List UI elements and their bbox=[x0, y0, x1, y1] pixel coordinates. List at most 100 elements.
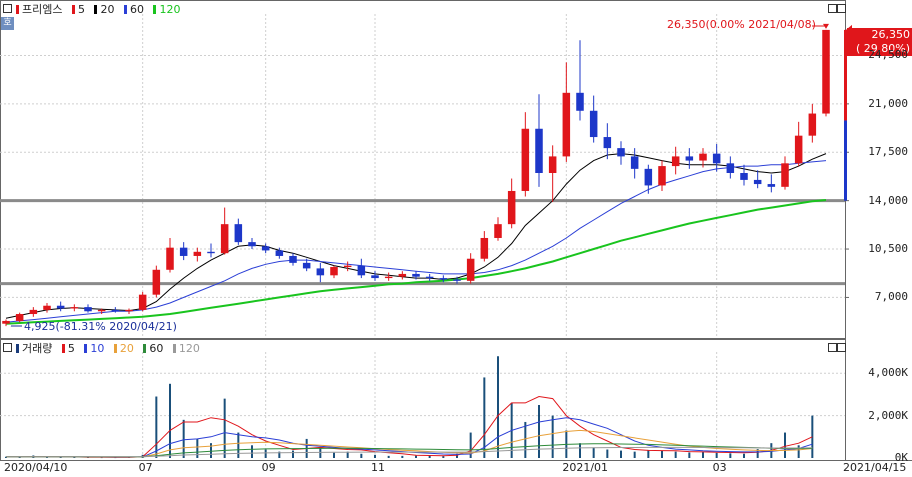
volume-bar bbox=[196, 438, 199, 458]
volume-minimize-icon[interactable] bbox=[828, 343, 837, 352]
volume-bar bbox=[401, 455, 404, 458]
candle-body bbox=[330, 267, 338, 276]
candle-body bbox=[56, 305, 65, 309]
candle-body bbox=[398, 273, 407, 277]
candle-body bbox=[808, 113, 817, 136]
candle-body bbox=[97, 309, 106, 312]
legend-stock-name: 프리엠스 bbox=[16, 3, 65, 16]
legend-vol-ma-5: 5 bbox=[61, 342, 78, 355]
volume-bar bbox=[210, 443, 212, 458]
price-tick-label: 24,500 bbox=[868, 48, 908, 62]
volume-bar bbox=[688, 452, 691, 458]
legend-ma-120: 120 bbox=[153, 3, 183, 16]
candle-body bbox=[671, 156, 680, 167]
candle-body bbox=[753, 179, 762, 185]
price-tick-label: 17,500 bbox=[868, 145, 908, 159]
corner-toggle-button[interactable]: 호 bbox=[1, 17, 14, 30]
candle-body bbox=[357, 265, 366, 276]
volume-bar bbox=[729, 453, 732, 458]
candle-body bbox=[425, 276, 434, 279]
candle-body bbox=[699, 153, 707, 161]
candle-body bbox=[630, 156, 639, 169]
date-tick-label: 2021/01 bbox=[562, 461, 609, 474]
candle-body bbox=[767, 184, 776, 187]
volume-bar bbox=[620, 450, 622, 458]
candle-body bbox=[275, 250, 284, 256]
volume-bar bbox=[333, 452, 335, 458]
candle-body bbox=[289, 255, 297, 263]
candle-body bbox=[316, 268, 325, 276]
volume-bar bbox=[715, 452, 718, 458]
volume-tick-label: 2,000K bbox=[868, 408, 908, 422]
volume-bar bbox=[743, 453, 745, 458]
candle-body bbox=[125, 309, 133, 312]
candle-body bbox=[439, 278, 448, 280]
candle-body bbox=[548, 156, 557, 173]
volume-tick-label: 4,000K bbox=[868, 366, 908, 380]
candle-body bbox=[302, 262, 311, 269]
volume-bar bbox=[551, 415, 554, 458]
volume-bar bbox=[374, 454, 376, 458]
candle-body bbox=[15, 314, 24, 321]
candle-body bbox=[794, 135, 803, 164]
candle-body bbox=[84, 307, 92, 312]
volume-bar bbox=[169, 383, 171, 458]
date-tick-label: 03 bbox=[712, 461, 727, 474]
volume-bar bbox=[538, 405, 540, 458]
candle-body bbox=[453, 279, 461, 281]
price-range-down-bar bbox=[844, 120, 847, 201]
price-tick-label: 21,000 bbox=[868, 96, 908, 110]
date-tick-label: 11 bbox=[371, 461, 385, 474]
candle-body bbox=[576, 92, 584, 111]
candle-body bbox=[261, 246, 270, 251]
candle-body bbox=[384, 276, 393, 279]
volume-bar bbox=[784, 432, 786, 458]
candle-body bbox=[740, 173, 748, 180]
price-panel-menu-icon[interactable] bbox=[3, 4, 12, 13]
candle-body bbox=[193, 251, 202, 256]
volume-bar bbox=[387, 455, 390, 458]
candle-body bbox=[466, 258, 475, 281]
candle-body bbox=[43, 305, 51, 310]
candle-body bbox=[70, 307, 79, 309]
volume-bar bbox=[524, 421, 527, 458]
candle-body bbox=[412, 273, 420, 277]
candle-body bbox=[658, 166, 666, 186]
candle-body bbox=[111, 309, 120, 312]
volume-bar bbox=[592, 447, 595, 458]
volume-maximize-icon[interactable] bbox=[837, 343, 846, 352]
candle-body bbox=[2, 320, 10, 324]
volume-bar bbox=[606, 449, 609, 458]
volume-bar bbox=[360, 453, 363, 458]
price-minimize-icon[interactable] bbox=[828, 4, 837, 13]
price-maximize-icon[interactable] bbox=[837, 4, 846, 13]
candle-body bbox=[589, 110, 598, 138]
volume-bar bbox=[797, 445, 800, 458]
candle-body bbox=[179, 247, 188, 256]
candle-body bbox=[138, 294, 147, 310]
price-tick-label: 10,500 bbox=[868, 242, 908, 256]
volume-bar bbox=[415, 455, 417, 458]
candle-body bbox=[220, 224, 229, 254]
legend-ma-60: 60 bbox=[123, 3, 147, 16]
candle-body bbox=[207, 251, 215, 254]
volume-bar bbox=[497, 356, 499, 458]
candle-body bbox=[480, 237, 489, 259]
volume-bar bbox=[46, 457, 48, 458]
volume-panel bbox=[0, 339, 846, 461]
legend-vol-ma-10: 10 bbox=[84, 342, 107, 355]
candle-body bbox=[712, 153, 721, 164]
date-tick-label: 07 bbox=[138, 461, 153, 474]
volume-bar bbox=[292, 450, 294, 458]
low-annotation: 4,925(-81.31% 2020/04/21) bbox=[24, 320, 177, 333]
candle-body bbox=[494, 224, 502, 238]
volume-bar bbox=[264, 449, 267, 458]
current-price: 26,350 bbox=[871, 28, 911, 41]
candle-body bbox=[29, 309, 38, 315]
volume-bar bbox=[237, 432, 240, 458]
candle-body bbox=[685, 156, 694, 161]
price-panel bbox=[0, 0, 846, 339]
date-tick-label: 2020/04/10 bbox=[4, 461, 68, 474]
candle-body bbox=[248, 242, 256, 247]
volume-panel-menu-icon[interactable] bbox=[3, 343, 12, 352]
